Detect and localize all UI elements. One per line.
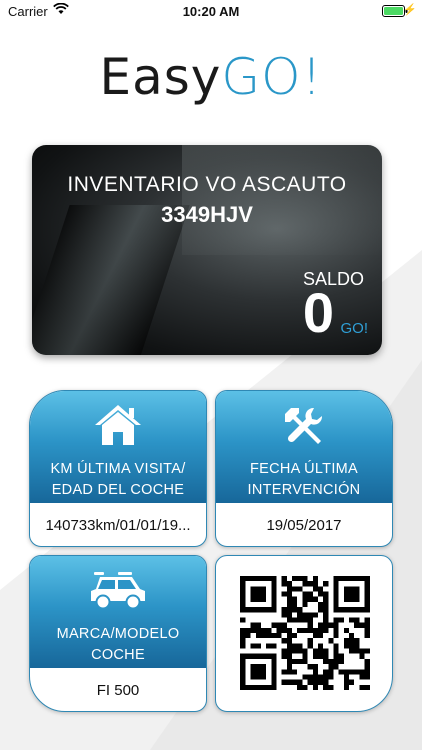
house-icon — [30, 403, 206, 449]
km-card-label-line1: KM ÚLTIMA VISITA/ — [50, 461, 186, 477]
charging-icon: ⚡ — [403, 4, 417, 16]
km-card-value: 140733km/01/01/19... — [45, 517, 191, 534]
qr-code-icon — [240, 576, 370, 690]
status-bar: Carrier 10:20 AM ⚡ — [0, 0, 422, 22]
model-card-value: FI 500 — [96, 682, 140, 699]
balance-value: 0 — [302, 281, 334, 344]
model-card-label-line1: MARCA/MODELO — [56, 626, 180, 642]
clock: 10:20 AM — [182, 4, 240, 19]
model-card-label: MARCA/MODELO COCHE — [30, 624, 206, 666]
qr-code-card[interactable] — [215, 555, 393, 712]
km-card-label: KM ÚLTIMA VISITA/ EDAD DEL COCHE — [30, 459, 206, 501]
km-last-visit-card[interactable]: KM ÚLTIMA VISITA/ EDAD DEL COCHE 140733k… — [29, 390, 207, 547]
logo-go: GO! — [221, 48, 323, 106]
intervention-card-label-line1: FECHA ÚLTIMA — [249, 461, 359, 477]
card-background-highlight — [182, 145, 382, 255]
balance-unit: GO! — [340, 320, 368, 337]
last-intervention-card[interactable]: FECHA ÚLTIMA INTERVENCIÓN 19/05/2017 — [215, 390, 393, 547]
model-card-label-line2: COCHE — [91, 647, 145, 663]
intervention-card-label: FECHA ÚLTIMA INTERVENCIÓN — [216, 459, 392, 501]
car-icon — [30, 572, 206, 618]
app-logo: EasyGO! — [0, 48, 422, 106]
km-card-label-line2: EDAD DEL COCHE — [51, 482, 185, 498]
inventory-title: INVENTARIO VO ASCAUTO — [67, 173, 347, 196]
tools-icon — [216, 403, 392, 449]
vehicle-balance-card[interactable]: INVENTARIO VO ASCAUTO 3349HJV SALDO 0 GO… — [32, 145, 382, 355]
intervention-card-value: 19/05/2017 — [266, 517, 342, 534]
brand-model-card[interactable]: MARCA/MODELO COCHE FI 500 — [29, 555, 207, 712]
logo-easy: Easy — [99, 48, 222, 106]
intervention-card-label-line2: INTERVENCIÓN — [247, 482, 361, 498]
license-plate: 3349HJV — [161, 202, 253, 227]
